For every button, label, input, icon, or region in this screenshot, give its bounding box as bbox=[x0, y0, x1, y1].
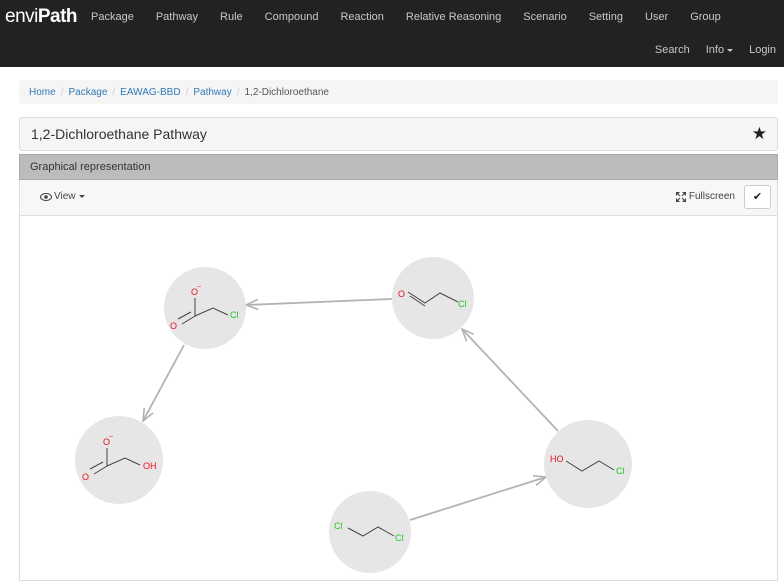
fullscreen-icon bbox=[675, 191, 686, 202]
atom-label-o: O bbox=[398, 289, 405, 299]
confirm-button[interactable]: ✔ bbox=[744, 185, 771, 209]
node-dichloroethane[interactable]: Cl Cl bbox=[329, 491, 411, 573]
nav-pathway[interactable]: Pathway bbox=[145, 10, 209, 24]
pathway-title-panel: 1,2-Dichloroethane Pathway ★ bbox=[19, 117, 778, 151]
breadcrumb-package[interactable]: Package bbox=[68, 87, 107, 98]
atom-label-cl: Cl bbox=[230, 310, 239, 320]
breadcrumb-pathway[interactable]: Pathway bbox=[193, 87, 231, 98]
breadcrumb-separator: / bbox=[236, 86, 240, 98]
nav-info[interactable]: Info bbox=[698, 43, 741, 57]
atom-label-cl: Cl bbox=[616, 466, 625, 476]
eye-icon bbox=[40, 192, 52, 201]
nav-reaction[interactable]: Reaction bbox=[329, 10, 394, 24]
node-glycolate[interactable]: O − O OH bbox=[75, 416, 163, 504]
edge-chloroacetaldehyde-to-chloroacetate[interactable] bbox=[246, 298, 393, 305]
nav-scenario[interactable]: Scenario bbox=[512, 10, 577, 24]
breadcrumb-separator: / bbox=[60, 86, 64, 98]
graph-heading-label: Graphical representation bbox=[30, 161, 151, 173]
node-chloroacetate[interactable]: O − O Cl bbox=[164, 267, 246, 349]
main-nav: Package Pathway Rule Compound Reaction R… bbox=[80, 10, 732, 24]
pathway-graph-canvas[interactable]: O − O Cl O Cl O − O OH HO Cl Cl Cl bbox=[19, 215, 778, 581]
atom-label-o: O bbox=[170, 321, 177, 331]
nav-rule[interactable]: Rule bbox=[209, 10, 254, 24]
atom-charge: − bbox=[109, 434, 113, 441]
nav-package[interactable]: Package bbox=[80, 10, 145, 24]
view-label: View bbox=[54, 191, 76, 202]
fullscreen-button[interactable]: Fullscreen bbox=[675, 191, 735, 202]
atom-charge: − bbox=[197, 284, 201, 291]
atom-label-cl: Cl bbox=[458, 299, 467, 309]
top-navbar: enviPath Package Pathway Rule Compound R… bbox=[0, 0, 784, 67]
chevron-down-icon bbox=[727, 48, 734, 52]
nav-group[interactable]: Group bbox=[679, 10, 732, 24]
breadcrumb-separator: / bbox=[112, 86, 116, 98]
atom-label-oh: OH bbox=[143, 461, 157, 471]
node-chloroacetaldehyde[interactable]: O Cl bbox=[392, 257, 474, 339]
nav-user[interactable]: User bbox=[634, 10, 679, 24]
fullscreen-label: Fullscreen bbox=[688, 191, 735, 202]
view-dropdown[interactable]: View bbox=[40, 191, 85, 202]
pathway-graph-svg: O − O Cl O Cl O − O OH HO Cl Cl Cl bbox=[75, 257, 632, 573]
checkmark-icon: ✔ bbox=[752, 191, 763, 203]
breadcrumb: Home / Package / EAWAG-BBD / Pathway / 1,2-D… bbox=[19, 80, 778, 104]
breadcrumb-separator: / bbox=[185, 86, 189, 98]
nav-search[interactable]: Search bbox=[647, 43, 698, 57]
breadcrumb-current: 1,2-Dichloroethane bbox=[244, 86, 329, 98]
atom-label-cl: Cl bbox=[395, 533, 404, 543]
atom-label-ho: HO bbox=[550, 454, 564, 464]
atom-label-cl: Cl bbox=[334, 521, 343, 531]
atom-label-o: O bbox=[82, 472, 89, 482]
nav-relative-reasoning[interactable]: Relative Reasoning bbox=[395, 10, 512, 24]
envipath-logo[interactable]: enviPath bbox=[5, 6, 78, 28]
breadcrumb-home[interactable]: Home bbox=[29, 87, 56, 98]
right-nav: Search Info Login bbox=[647, 43, 784, 57]
nav-login[interactable]: Login bbox=[741, 43, 784, 57]
page-title: 1,2-Dichloroethane Pathway bbox=[31, 126, 207, 142]
nav-info-label: Info bbox=[705, 44, 725, 56]
node-chloroethanol[interactable]: HO Cl bbox=[544, 420, 632, 508]
chevron-down-icon bbox=[78, 195, 85, 198]
graph-toolbar: View Fullscreen ✔ bbox=[19, 180, 778, 215]
edge-dichloroethane-to-chloroethanol[interactable] bbox=[409, 477, 546, 521]
nav-compound[interactable]: Compound bbox=[254, 10, 330, 24]
edge-chloroacetate-to-glycolate[interactable] bbox=[143, 344, 185, 421]
breadcrumb-eawag-bbd[interactable]: EAWAG-BBD bbox=[120, 87, 180, 98]
nav-setting[interactable]: Setting bbox=[578, 10, 634, 24]
graph-panel-heading: Graphical representation bbox=[19, 154, 778, 180]
star-icon[interactable]: ★ bbox=[752, 124, 767, 144]
edge-chloroethanol-to-chloroacetaldehyde[interactable] bbox=[462, 329, 559, 432]
